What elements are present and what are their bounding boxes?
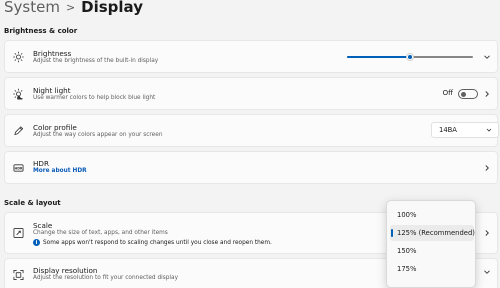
brightness-title: Brightness [33, 49, 72, 58]
chevron-right-icon[interactable] [483, 229, 491, 237]
hdr-title: HDR [33, 159, 49, 168]
brightness-slider-thumb[interactable] [406, 53, 414, 61]
night-light-desc: Use warmer colors to help block blue lig… [33, 95, 156, 101]
chevron-down-icon[interactable] [483, 268, 491, 276]
scale-title: Scale [33, 221, 53, 230]
night-light-title: Night light [33, 86, 71, 95]
hdr-icon: HDR [13, 162, 24, 173]
scale-note-text: Some apps won't respond to scaling chang… [43, 239, 272, 246]
display-resolution-desc: Adjust the resolution to fit your connec… [33, 275, 179, 281]
page-title: Display [81, 0, 143, 16]
brightness-slider[interactable] [347, 53, 473, 61]
scale-desc: Change the size of text, apps, and other… [33, 230, 168, 236]
night-light-icon [13, 88, 24, 99]
section-title-scale-layout: Scale & layout [4, 199, 61, 207]
brightness-card[interactable]: Brightness Adjust the brightness of the … [4, 40, 498, 73]
chevron-down-icon[interactable] [483, 53, 491, 61]
svg-text:HDR: HDR [14, 166, 22, 170]
breadcrumb-separator: > [65, 0, 76, 14]
color-profile-value: 14BA [439, 126, 457, 134]
hdr-card[interactable]: HDR HDR More about HDR [4, 151, 498, 184]
chevron-right-icon[interactable] [483, 90, 491, 98]
pen-icon [13, 125, 24, 136]
sun-icon [13, 51, 24, 62]
hdr-more-link[interactable]: More about HDR [33, 168, 87, 174]
display-resolution-title: Display resolution [33, 266, 98, 275]
color-profile-title: Color profile [33, 123, 77, 132]
scale-note: i Some apps won't respond to scaling cha… [33, 239, 272, 246]
scale-option-150[interactable]: 150% [390, 243, 474, 259]
breadcrumb-system[interactable]: System [4, 0, 60, 16]
info-icon: i [33, 239, 40, 246]
scale-option-125[interactable]: 125% (Recommended) [390, 225, 475, 241]
scale-option-100[interactable]: 100% [390, 207, 474, 223]
chevron-down-icon [486, 127, 492, 133]
night-light-card[interactable]: Night light Use warmer colors to help bl… [4, 77, 498, 110]
color-profile-desc: Adjust the way colors appear on your scr… [33, 132, 163, 138]
night-light-state: Off [442, 89, 453, 97]
brightness-slider-fill [347, 56, 410, 58]
brightness-desc: Adjust the brightness of the built-in di… [33, 58, 159, 64]
scale-icon [13, 228, 24, 239]
scale-options-menu: 100% 125% (Recommended) 150% 175% [386, 200, 476, 288]
night-light-toggle[interactable] [458, 89, 478, 99]
color-profile-card[interactable]: Color profile Adjust the way colors appe… [4, 114, 499, 147]
resolution-icon [13, 269, 24, 280]
scale-option-175[interactable]: 175% [390, 261, 474, 277]
breadcrumb: System > Display [4, 0, 143, 18]
color-profile-dropdown[interactable]: 14BA [431, 122, 499, 138]
chevron-right-icon[interactable] [483, 164, 491, 172]
toggle-knob [461, 92, 466, 97]
section-title-brightness-color: Brightness & color [4, 27, 78, 35]
